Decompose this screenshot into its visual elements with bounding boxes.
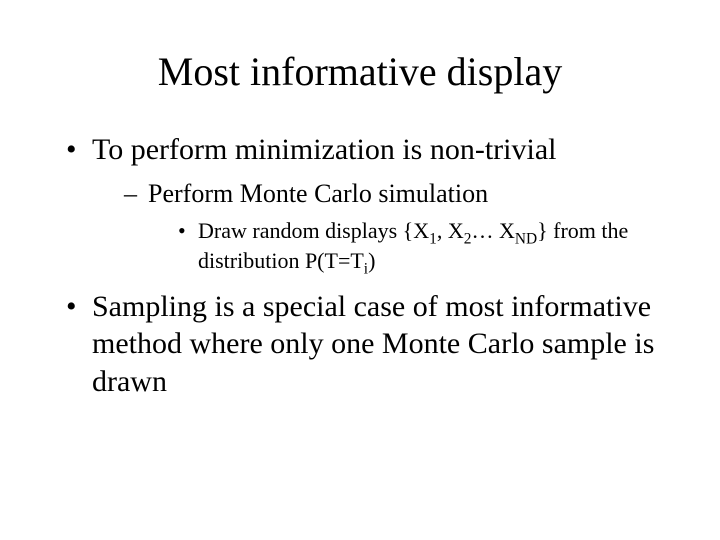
- bullet-list-level3: Draw random displays {X1, X2… XND} from …: [148, 216, 672, 275]
- bullet-text: To perform minimization is non-trivial: [92, 133, 556, 166]
- bullet-text: Perform Monte Carlo simulation: [148, 179, 488, 208]
- bullet-item: To perform minimization is non-trivial P…: [66, 131, 672, 276]
- bullet-text-fragment: ): [368, 248, 375, 273]
- subscript: ND: [515, 231, 537, 248]
- bullet-list-level2: Perform Monte Carlo simulation Draw rand…: [92, 177, 672, 276]
- bullet-item: Draw random displays {X1, X2… XND} from …: [178, 216, 672, 275]
- bullet-item: Perform Monte Carlo simulation Draw rand…: [124, 177, 672, 276]
- bullet-list-level1: To perform minimization is non-trivial P…: [48, 131, 672, 400]
- slide: Most informative display To perform mini…: [0, 0, 720, 540]
- subscript: 1: [429, 231, 437, 248]
- bullet-text-fragment: Draw random displays {X: [198, 218, 429, 243]
- bullet-text-fragment: , X: [437, 218, 464, 243]
- bullet-text-fragment: … X: [471, 218, 514, 243]
- slide-title: Most informative display: [48, 48, 672, 95]
- bullet-item: Sampling is a special case of most infor…: [66, 288, 672, 401]
- bullet-text: Sampling is a special case of most infor…: [92, 290, 654, 398]
